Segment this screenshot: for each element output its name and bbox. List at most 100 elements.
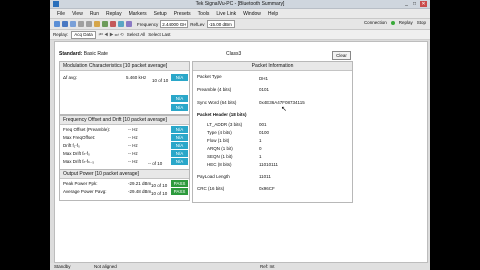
max-freq-offset-value: -- Hz <box>128 135 138 140</box>
flow-label: Flow (1 bit) <box>207 138 230 143</box>
select-all-button[interactable]: Select All <box>127 32 146 37</box>
mouse-cursor-icon: ↖ <box>281 106 287 113</box>
menu-run[interactable]: Run <box>87 11 102 17</box>
preamble-value: 0101 <box>259 87 270 92</box>
measure-icon[interactable] <box>102 21 108 27</box>
settings-icon[interactable] <box>126 21 132 27</box>
freq-offset-value: -- Hz <box>128 127 138 132</box>
window-title: Tek SignalVu-PC - [Bluetooth Summary] <box>195 1 285 7</box>
crc-label: CRC (16 bits) <box>197 186 225 191</box>
lt-addr-label: LT_ADDR (3 bits) <box>207 122 243 127</box>
peak-power-badge: PASS <box>171 180 188 187</box>
app-window: Tek SignalVu-PC - [Bluetooth Summary] _ … <box>50 0 430 270</box>
standard-value: Basic Rate <box>83 51 108 57</box>
redo-icon[interactable] <box>86 21 92 27</box>
menu-markers[interactable]: Markers <box>126 11 150 17</box>
modulation-panel: Modulation Characteristics [10 packet av… <box>59 61 190 115</box>
menu-setup[interactable]: Setup <box>151 11 170 17</box>
df-avg-count: 10 of 10 <box>152 78 169 83</box>
peak-power-value: -29.21 dBm <box>128 181 152 186</box>
stop-button[interactable]: Stop <box>417 20 426 25</box>
replay-label: Replay: <box>53 32 69 37</box>
connection-label: Connection <box>363 20 387 25</box>
status-left: Standby <box>54 264 71 269</box>
type-label: Type (4 bits) <box>207 130 232 135</box>
df-avg-label: Δf avg: <box>63 75 78 80</box>
drift-label: Drift f₁-f₀ <box>63 143 80 148</box>
freq-offset-label: Freq Offset (Preamble): <box>63 127 111 132</box>
payload-length-label: PayLoad Length <box>197 174 230 179</box>
packet-type-label: Packet Type <box>197 74 222 79</box>
df-avg-badge: N/A <box>171 74 188 81</box>
modulation-title: Modulation Characteristics [10 packet av… <box>60 62 189 71</box>
save-icon[interactable] <box>62 21 68 27</box>
replay-controls-icon[interactable]: ⏮ ◀ ▶ ⏭ ⟲ <box>99 32 124 38</box>
replay-bar: Replay: Acq Data ⏮ ◀ ▶ ⏭ ⟲ Select All Se… <box>50 30 430 40</box>
clear-button[interactable]: Clear <box>332 51 351 60</box>
arqn-label: ARQN (1 bit) <box>207 146 233 151</box>
title-bar: Tek SignalVu-PC - [Bluetooth Summary] _ … <box>50 0 430 9</box>
reflev-label: RefLev <box>190 21 205 27</box>
max-drift-n5-badge: N/A <box>171 158 188 165</box>
max-freq-offset-label: Max FreqOffset: <box>63 135 96 140</box>
menu-help[interactable]: Help <box>265 11 281 17</box>
menu-presets[interactable]: Presets <box>171 11 194 17</box>
replay-select[interactable]: Acq Data <box>71 30 96 39</box>
toolbar: Frequency RefLev Connection Replay Stop <box>50 19 430 30</box>
undo-icon[interactable] <box>78 21 84 27</box>
status-ref: Ref: Int <box>260 264 275 269</box>
maximize-button[interactable]: □ <box>411 1 418 7</box>
class-readout: Class3 <box>226 51 242 57</box>
menu-view[interactable]: View <box>69 11 86 17</box>
standard-label: Standard: <box>59 51 83 57</box>
frequency-label: Frequency <box>137 21 159 27</box>
drift-value: -- Hz <box>128 143 138 148</box>
max-drift-n5-value: -- Hz <box>128 159 138 164</box>
avg-power-label: Average Power Pavg: <box>63 189 107 194</box>
close-button[interactable]: ✕ <box>420 1 427 7</box>
hec-label: HEC (8 bits) <box>207 162 232 167</box>
reflev-input[interactable] <box>206 20 235 28</box>
standard-readout: Standard: Basic Rate <box>59 51 108 57</box>
packet-header-title: Packet Header (18 bits) <box>197 112 247 117</box>
avg-power-badge: PASS <box>171 188 188 195</box>
frequency-title: Frequency Offset and Drift [10 packet av… <box>60 116 189 125</box>
seqn-value: 1 <box>259 154 262 159</box>
menu-tools[interactable]: Tools <box>195 11 213 17</box>
print-icon[interactable] <box>70 21 76 27</box>
menu-window[interactable]: Window <box>240 11 264 17</box>
open-icon[interactable] <box>54 21 60 27</box>
frequency-input[interactable] <box>160 20 189 28</box>
avg-power-value: -29.48 dBm <box>128 189 152 194</box>
packet-info-panel: Packet Information Packet Type DH1 Pream… <box>192 61 353 203</box>
connection-status-icon <box>390 20 395 25</box>
max-freq-offset-badge: N/A <box>171 134 188 141</box>
packet-type-value: DH1 <box>259 76 269 81</box>
select-last-button[interactable]: Select Last <box>148 32 170 37</box>
max-drift-label: Max Drift fₙ-f₀ <box>63 151 90 156</box>
max-drift-n5-label: Max Drift fₙ-fₙ₋₅ <box>63 159 95 164</box>
menu-file[interactable]: File <box>54 11 68 17</box>
menu-replay[interactable]: Replay <box>103 11 125 17</box>
status-align: Not aligned <box>94 264 117 269</box>
preset-icon[interactable] <box>94 21 100 27</box>
avg-power-count: 10 of 10 <box>151 191 168 196</box>
minimize-button[interactable]: _ <box>403 1 410 7</box>
drift-badge: N/A <box>171 142 188 149</box>
freq-count: -- of 10 <box>148 161 163 166</box>
bluetooth-summary-view: Standard: Basic Rate Class3 Clear Modula… <box>54 41 428 263</box>
df-avg-value: 5.460 kHz <box>126 75 147 80</box>
payload-length-value: 11011 <box>259 174 271 179</box>
max-drift-value: -- Hz <box>128 151 138 156</box>
type-value: 0100 <box>259 130 270 135</box>
menu-live-link[interactable]: Live Link <box>213 11 239 17</box>
preamble-label: Preamble (4 bits) <box>197 87 232 92</box>
output-power-title: Output Power [10 packet average] <box>60 170 189 179</box>
lt-addr-value: 001 <box>259 122 267 127</box>
replay-button[interactable]: Replay <box>399 20 413 25</box>
modulation-badge-2: N/A <box>171 95 188 102</box>
display-icon[interactable] <box>118 21 124 27</box>
marker-icon[interactable] <box>110 21 116 27</box>
peak-power-count: 10 of 10 <box>151 183 168 188</box>
sync-word-label: Sync Word (64 bits) <box>197 100 237 105</box>
